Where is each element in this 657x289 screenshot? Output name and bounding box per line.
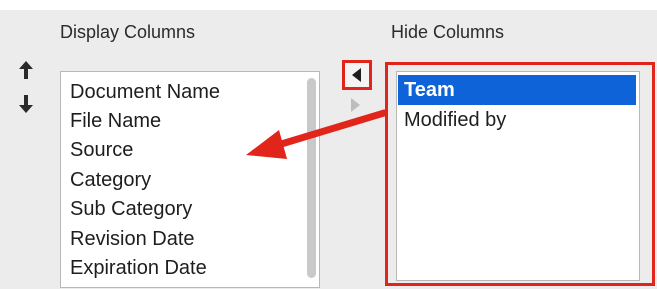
hide-columns-list[interactable]: Team Modified by <box>396 71 640 281</box>
move-up-button[interactable] <box>17 60 35 80</box>
move-down-button[interactable] <box>17 94 35 114</box>
hide-columns-heading: Hide Columns <box>391 22 505 42</box>
scrollbar[interactable] <box>307 78 316 278</box>
list-item[interactable]: File Name <box>70 109 161 133</box>
list-item[interactable]: Expiration Date <box>70 256 207 280</box>
list-item[interactable]: Team <box>398 75 636 105</box>
arrow-up-icon <box>19 61 33 79</box>
list-item[interactable]: Document Name <box>70 80 220 104</box>
move-to-display-button[interactable] <box>342 60 372 90</box>
triangle-right-icon <box>351 98 360 112</box>
top-strip <box>0 0 657 10</box>
arrow-down-icon <box>19 95 33 113</box>
list-item[interactable]: Source <box>70 138 133 162</box>
display-columns-list[interactable]: Document Name File Name Source Category … <box>60 71 320 288</box>
list-item[interactable]: Modified by <box>398 105 636 135</box>
list-item[interactable]: Revision Date <box>70 227 195 251</box>
display-columns-heading: Display Columns <box>60 22 196 42</box>
list-item[interactable]: Sub Category <box>70 197 192 221</box>
triangle-left-icon <box>352 68 361 82</box>
list-item[interactable]: Category <box>70 168 151 192</box>
